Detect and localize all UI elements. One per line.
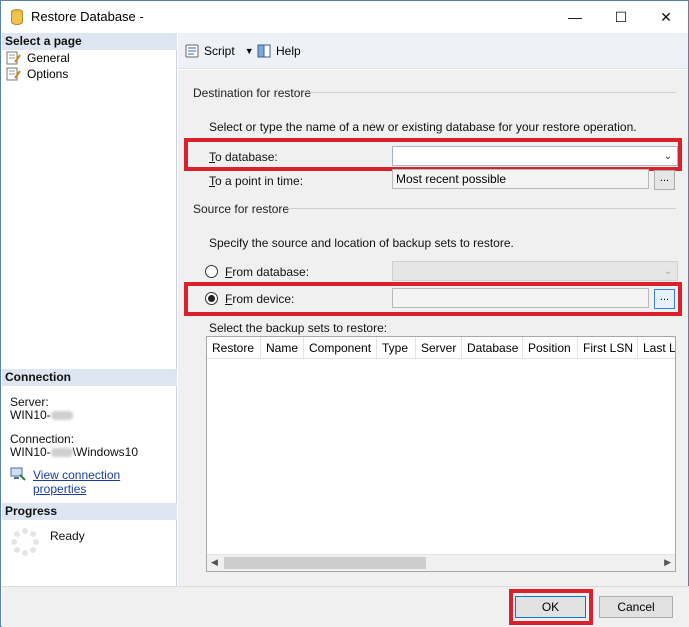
page-wrench-icon: [6, 67, 21, 81]
page-general-label: General: [27, 51, 70, 65]
from-database-combobox: ⌄: [392, 261, 678, 281]
page-wrench-icon: [6, 51, 21, 65]
maximize-icon: ☐: [614, 8, 628, 25]
scroll-right-icon[interactable]: ▶: [664, 557, 671, 568]
from-database-radio[interactable]: [205, 265, 218, 278]
from-database-label: From database:: [225, 265, 310, 279]
connection-properties-icon: [10, 467, 26, 481]
point-in-time-label: To a point in time:: [209, 174, 304, 188]
minimize-button[interactable]: —: [552, 1, 598, 33]
column-header[interactable]: Last LS: [638, 337, 675, 359]
window-title: Restore Database -: [31, 9, 144, 24]
point-in-time-browse-button[interactable]: ...: [654, 170, 675, 190]
script-label: Script: [204, 44, 235, 58]
point-in-time-value: Most recent possible: [396, 172, 507, 186]
point-in-time-field: Most recent possible: [392, 169, 649, 189]
main-panel: Destination for restore Select or type t…: [178, 70, 688, 586]
help-button[interactable]: Help: [256, 42, 301, 60]
restore-database-window: Restore Database - — ☐ ✕ Select a page G…: [0, 0, 689, 627]
column-header[interactable]: Database: [462, 337, 523, 359]
page-options[interactable]: Options: [6, 66, 68, 82]
column-header[interactable]: Component: [304, 337, 377, 359]
view-connection-properties-link[interactable]: View connection properties: [33, 468, 176, 496]
help-book-icon: [257, 44, 271, 58]
column-header[interactable]: Type: [377, 337, 416, 359]
highlight-from-device: [184, 282, 682, 316]
maximize-button[interactable]: ☐: [598, 1, 644, 33]
highlight-to-database: [184, 138, 682, 171]
title-bar: Restore Database - — ☐ ✕: [1, 1, 688, 33]
column-header[interactable]: Name: [261, 337, 304, 359]
close-button[interactable]: ✕: [643, 1, 689, 33]
help-label: Help: [276, 44, 301, 58]
chevron-down-icon: ⌄: [663, 266, 672, 277]
script-button[interactable]: Script ▼: [184, 42, 254, 60]
source-group-title: Source for restore: [193, 202, 290, 216]
destination-instruction: Select or type the name of a new or exis…: [209, 120, 637, 134]
backup-sets-grid[interactable]: Restore Name Component Type Server Datab…: [206, 336, 676, 572]
select-page-header: Select a page: [2, 33, 177, 50]
backup-sets-label: Select the backup sets to restore:: [209, 321, 388, 335]
server-label: Server:: [10, 395, 49, 409]
page-general[interactable]: General: [6, 50, 70, 66]
backup-sets-header: Restore Name Component Type Server Datab…: [207, 337, 675, 359]
toolbar: Script ▼ Help: [178, 33, 688, 69]
database-icon: [11, 9, 23, 25]
progress-status: Ready: [50, 529, 85, 543]
cancel-button[interactable]: Cancel: [599, 596, 673, 618]
redacted-text: [50, 411, 73, 421]
column-header[interactable]: Position: [523, 337, 578, 359]
minimize-icon: —: [568, 9, 582, 25]
connection-value: WIN10- \Windows10: [10, 445, 139, 459]
scrollbar-thumb[interactable]: [224, 557, 426, 569]
column-header[interactable]: First LSN: [578, 337, 638, 359]
close-icon: ✕: [660, 8, 672, 25]
source-instruction: Specify the source and location of backu…: [209, 236, 514, 250]
progress-header: Progress: [2, 503, 177, 520]
page-options-label: Options: [27, 67, 69, 81]
horizontal-scrollbar[interactable]: ◀ ▶: [207, 554, 675, 571]
scroll-left-icon[interactable]: ◀: [211, 557, 218, 568]
redacted-text: [50, 448, 73, 458]
dropdown-arrow-icon[interactable]: ▼: [245, 46, 254, 56]
column-header[interactable]: Server: [416, 337, 462, 359]
column-header[interactable]: Restore: [207, 337, 261, 359]
server-value: WIN10-: [10, 408, 73, 422]
highlight-ok: [509, 589, 593, 625]
destination-group-title: Destination for restore: [193, 86, 312, 100]
connection-label: Connection:: [10, 432, 75, 446]
progress-spinner-icon: [11, 528, 39, 556]
group-divider: [285, 208, 676, 209]
connection-header: Connection: [2, 369, 177, 386]
dialog-footer: OK Cancel: [2, 586, 689, 627]
script-icon: [185, 44, 199, 58]
group-divider: [303, 92, 676, 93]
left-panel: Select a page General Options Connection…: [2, 33, 177, 586]
